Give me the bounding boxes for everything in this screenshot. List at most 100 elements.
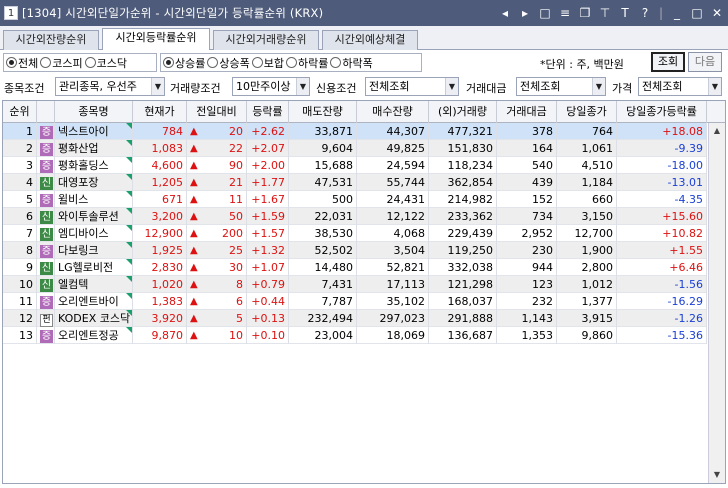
volume-cell: 121,298 [429, 276, 497, 293]
col-ask[interactable]: 매도잔량 [289, 101, 357, 123]
radio-rise-rate[interactable]: 상승률 [163, 55, 205, 71]
scroll-down-icon[interactable]: ▼ [709, 467, 725, 483]
price-label: 가격 [612, 82, 633, 95]
col-close-rate[interactable]: 당일종가등락률 [617, 101, 707, 123]
price-select[interactable]: 전체조회 ▼ [638, 77, 722, 96]
col-rank[interactable]: 순위 [3, 101, 37, 123]
screen-icon[interactable]: □ [538, 6, 552, 20]
radio-label: 상승폭 [219, 56, 250, 70]
col-rate[interactable]: 등락률 [247, 101, 289, 123]
radio-kosdaq[interactable]: 코스닥 [84, 55, 127, 71]
copy-window-icon[interactable]: ❐ [578, 6, 592, 20]
tab-afterhours-volume[interactable]: 시간외거래량순위 [213, 30, 319, 50]
next-icon[interactable]: ▸ [518, 6, 532, 20]
change-cell: ▲ 25 [187, 242, 247, 259]
badge-cell: 증 [37, 191, 55, 208]
menu-icon[interactable]: ≡ [558, 6, 572, 20]
table-row[interactable]: 12 펀 KODEX 코스닥 3,920 ▲ 5 +0.13 232,494 297,023 29… [3, 310, 707, 327]
stock-cond-select[interactable]: 관리종목, 우선주 ▼ [55, 77, 165, 96]
stock-name[interactable]: 엘컴텍 [55, 276, 133, 293]
stock-name[interactable]: 평화산업 [55, 140, 133, 157]
stock-name[interactable]: 평화홀딩스 [55, 157, 133, 174]
change-value: 50 [229, 210, 243, 223]
close-rate-cell: +1.55 [617, 242, 707, 259]
radio-dot-icon [251, 57, 263, 68]
amount-cell: 230 [497, 242, 557, 259]
table-row[interactable]: 3 증 평화홀딩스 4,600 ▲ 90 +2.00 15,688 24,594 118,234 5… [3, 157, 707, 174]
stock-name[interactable]: 넥스트아이 [55, 123, 133, 140]
table-row[interactable]: 9 신 LG헬로비전 2,830 ▲ 30 +1.07 14,480 52,821 332,038… [3, 259, 707, 276]
tab-bar: 시간외잔량순위 시간외등락률순위 시간외거래량순위 시간외예상체결 [0, 26, 728, 51]
minimize-icon[interactable]: _ [670, 6, 684, 20]
radio-flat[interactable]: 보합 [251, 55, 284, 71]
table-row[interactable]: 11 증 오리엔트바이 1,383 ▲ 6 +0.44 7,787 35,102 168,037 2… [3, 293, 707, 310]
radio-rise-amount[interactable]: 상승폭 [207, 55, 250, 71]
tab-afterhours-rate[interactable]: 시간외등락률순위 [102, 28, 210, 51]
radio-fall-amount[interactable]: 하락폭 [330, 55, 373, 71]
stock-name[interactable]: 다보링크 [55, 242, 133, 259]
badge-cell: 증 [37, 242, 55, 259]
radio-fall-rate[interactable]: 하락률 [286, 55, 328, 71]
amount-cell: 540 [497, 157, 557, 174]
pin-icon[interactable]: ⊤ [598, 6, 612, 20]
table-row[interactable]: 2 증 평화산업 1,083 ▲ 22 +2.07 9,604 49,825 151,830 164… [3, 140, 707, 157]
volume-cond-select[interactable]: 10만주이상 ▼ [232, 77, 310, 96]
next-button[interactable]: 다음 [688, 52, 722, 72]
rank-cell: 2 [3, 140, 37, 157]
credit-cond-select[interactable]: 전체조회 ▼ [365, 77, 459, 96]
table-row[interactable]: 4 신 대영포장 1,205 ▲ 21 +1.77 47,531 55,744 362,854 43… [3, 174, 707, 191]
col-name[interactable]: 종목명 [55, 101, 133, 123]
table-row[interactable]: 13 증 오리엔트정공 9,870 ▲ 10 +0.10 23,004 18,069 136,68… [3, 327, 707, 344]
stock-name[interactable]: 엠디바이스 [55, 225, 133, 242]
prev-icon[interactable]: ◂ [498, 6, 512, 20]
tab-afterhours-expected[interactable]: 시간외예상체결 [322, 30, 418, 50]
scroll-up-icon[interactable]: ▲ [709, 123, 725, 139]
corner-flag-icon [126, 242, 132, 248]
amount-select[interactable]: 전체조회 ▼ [516, 77, 606, 96]
col-bid[interactable]: 매수잔량 [357, 101, 429, 123]
table-row[interactable]: 8 증 다보링크 1,925 ▲ 25 +1.32 52,502 3,504 119,250 230… [3, 242, 707, 259]
maximize-icon[interactable]: □ [690, 6, 704, 20]
table-row[interactable]: 1 증 넥스트아이 784 ▲ 20 +2.62 33,871 44,307 477,321 378… [3, 123, 707, 140]
close-rate-cell: +15.60 [617, 208, 707, 225]
stock-name[interactable]: KODEX 코스닥 [55, 310, 133, 327]
table-row[interactable]: 6 신 와이투솔루션 3,200 ▲ 50 +1.59 22,031 12,122 233,362… [3, 208, 707, 225]
close-rate-cell: +6.46 [617, 259, 707, 276]
inquiry-button[interactable]: 조회 [651, 52, 685, 72]
col-change[interactable]: 전일대비 [187, 101, 247, 123]
vertical-scrollbar[interactable]: ▲ ▼ [708, 123, 725, 483]
change-cell: ▲ 10 [187, 327, 247, 344]
corner-flag-icon [126, 123, 132, 129]
col-price[interactable]: 현재가 [133, 101, 187, 123]
help-icon[interactable]: ? [638, 6, 652, 20]
col-volume[interactable]: (외)거래량 [429, 101, 497, 123]
stock-name[interactable]: 오리엔트정공 [55, 327, 133, 344]
stock-name[interactable]: 오리엔트바이 [55, 293, 133, 310]
radio-all[interactable]: 전체 [6, 55, 38, 71]
stock-type-badge: 증 [40, 126, 53, 139]
up-triangle-icon: ▲ [190, 177, 198, 188]
radio-kospi[interactable]: 코스피 [40, 55, 83, 71]
window-title: [1304] 시간외단일가순위 - 시간외단일가 등락률순위 (KRX) [22, 6, 324, 20]
tab-afterhours-balance[interactable]: 시간외잔량순위 [3, 30, 99, 50]
ask-cell: 7,787 [289, 293, 357, 310]
stock-name[interactable]: 와이투솔루션 [55, 208, 133, 225]
stock-name[interactable]: 윌비스 [55, 191, 133, 208]
stock-name[interactable]: 대영포장 [55, 174, 133, 191]
change-cell: ▲ 90 [187, 157, 247, 174]
rate-cell: +1.67 [247, 191, 289, 208]
close-icon[interactable]: ✕ [710, 6, 724, 20]
price-cell: 12,900 [133, 225, 187, 242]
font-icon[interactable]: T [618, 6, 632, 20]
col-amount[interactable]: 거래대금 [497, 101, 557, 123]
table-row[interactable]: 7 신 엠디바이스 12,900 ▲ 200 +1.57 38,530 4,068 229,439… [3, 225, 707, 242]
bid-cell: 18,069 [357, 327, 429, 344]
col-close[interactable]: 당일종가 [557, 101, 617, 123]
stock-name[interactable]: LG헬로비전 [55, 259, 133, 276]
corner-flag-icon [126, 191, 132, 197]
table-row[interactable]: 10 신 엘컴텍 1,020 ▲ 8 +0.79 7,431 17,113 121,298 123 1… [3, 276, 707, 293]
badge-cell: 증 [37, 327, 55, 344]
price-cell: 9,870 [133, 327, 187, 344]
close-cell: 3,150 [557, 208, 617, 225]
table-row[interactable]: 5 증 윌비스 671 ▲ 11 +1.67 500 24,431 214,982 152 660 -4… [3, 191, 707, 208]
